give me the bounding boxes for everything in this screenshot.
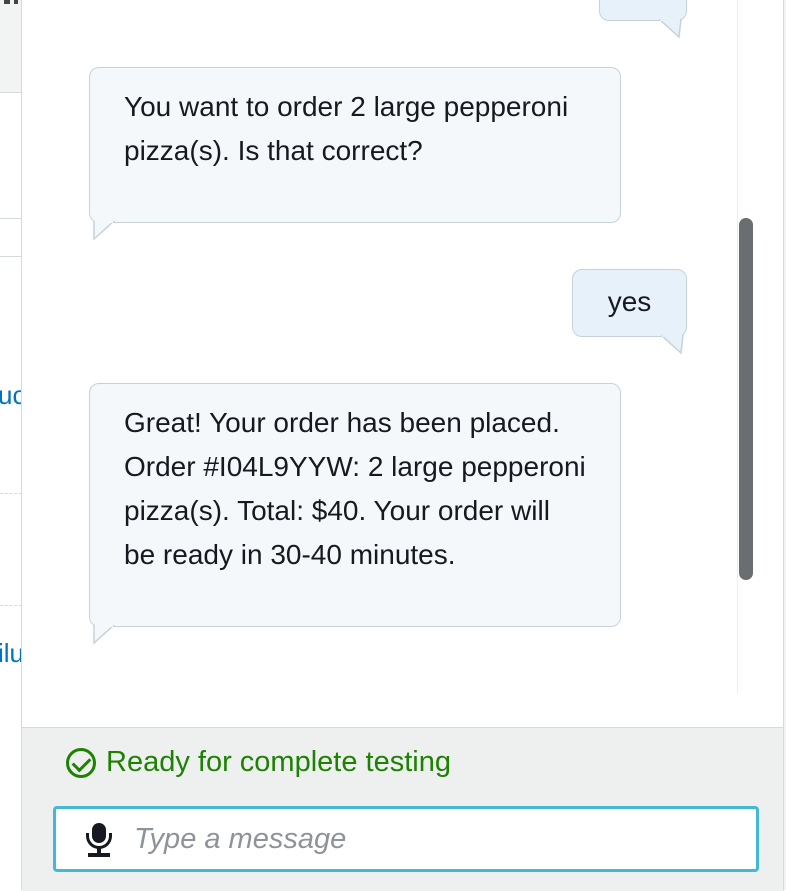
- bubble-tail: [661, 335, 684, 355]
- background-glyph: [4, 0, 10, 4]
- divider: [0, 493, 22, 494]
- chat-transcript[interactable]: You want to order 2 large pepperoni pizz…: [22, 0, 784, 693]
- user-message-bubble-previous: [599, 0, 687, 21]
- bubble-tail: [659, 19, 682, 39]
- background-header: [0, 0, 22, 92]
- divider: [0, 256, 22, 257]
- test-status: Ready for complete testing: [66, 746, 451, 779]
- divider: [0, 92, 22, 93]
- check-circle-icon: [66, 747, 96, 778]
- divider: [0, 605, 22, 606]
- background-page: uc ilu: [0, 0, 25, 890]
- chat-footer: Ready for complete testing: [22, 727, 784, 891]
- status-text: Ready for complete testing: [106, 746, 451, 778]
- divider: [0, 218, 22, 219]
- bot-message-text: Great! Your order has been placed. Order…: [124, 407, 586, 570]
- message-input[interactable]: [132, 821, 716, 857]
- user-message-bubble: yes: [572, 269, 687, 337]
- bot-message-bubble: Great! Your order has been placed. Order…: [89, 383, 621, 627]
- bubble-tail: [93, 221, 116, 241]
- user-message-text: yes: [607, 286, 652, 317]
- bot-message-bubble: You want to order 2 large pepperoni pizz…: [89, 67, 621, 223]
- message-input-box[interactable]: [53, 806, 759, 872]
- bubble-tail: [93, 625, 116, 645]
- scrollbar-thumb[interactable]: [739, 218, 753, 580]
- microphone-icon[interactable]: [84, 821, 114, 857]
- background-glyph: [14, 0, 18, 4]
- bot-message-text: You want to order 2 large pepperoni pizz…: [124, 91, 569, 166]
- chat-test-panel: You want to order 2 large pepperoni pizz…: [21, 0, 784, 891]
